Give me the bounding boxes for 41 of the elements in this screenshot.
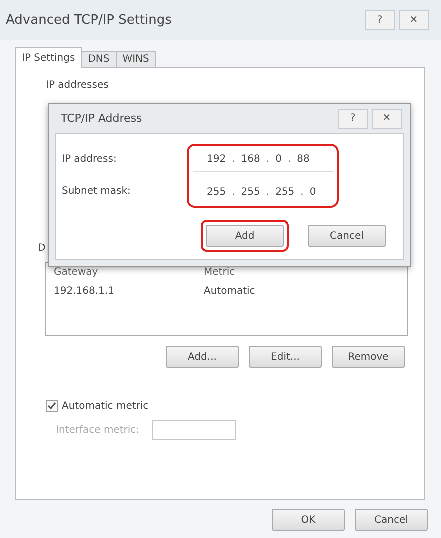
- section-label: IP addresses: [46, 80, 110, 91]
- ok-button[interactable]: OK: [272, 509, 345, 531]
- cancel-button[interactable]: Cancel: [355, 509, 428, 531]
- help-button[interactable]: ?: [365, 10, 395, 30]
- separator-dot: .: [232, 186, 236, 198]
- separator-dot: .: [232, 154, 236, 165]
- octet-field[interactable]: 255: [207, 186, 226, 198]
- table-cell[interactable]: Automatic: [204, 286, 399, 297]
- add-button[interactable]: Add...: [166, 346, 239, 368]
- column-header: Gateway: [54, 267, 100, 278]
- separator-dot: .: [300, 186, 304, 198]
- tab[interactable]: IP Settings: [15, 47, 82, 68]
- octet-field[interactable]: 88: [297, 154, 310, 165]
- separator-dot: .: [266, 154, 270, 165]
- column-header: Metric: [204, 267, 236, 278]
- tab[interactable]: DNS: [81, 51, 117, 68]
- close-button[interactable]: ✕: [372, 108, 402, 128]
- remove-button[interactable]: Remove: [332, 346, 405, 368]
- separator-dot: .: [288, 154, 292, 165]
- window-title: Advanced TCP/IP Settings: [6, 12, 172, 28]
- field-label: Subnet mask:: [62, 185, 132, 199]
- separator-dot: .: [266, 186, 270, 198]
- table-cell[interactable]: 192.168.1.1: [54, 286, 204, 297]
- section-label: D: [38, 243, 47, 254]
- tab[interactable]: WINS: [116, 51, 156, 68]
- add-button[interactable]: Add: [206, 225, 284, 247]
- close-button[interactable]: ✕: [399, 10, 429, 30]
- help-button[interactable]: ?: [338, 108, 368, 128]
- octet-field[interactable]: 0: [310, 186, 316, 198]
- octet-field[interactable]: 168: [241, 154, 260, 165]
- field-label: IP address:: [62, 153, 118, 167]
- dialog-title: TCP/IP Address: [61, 112, 142, 125]
- octet-field[interactable]: 255: [241, 186, 260, 198]
- octet-field[interactable]: 255: [276, 186, 295, 198]
- field-label: Interface metric:: [56, 424, 140, 436]
- cancel-button[interactable]: Cancel: [308, 225, 386, 247]
- checkbox-label: Automatic metric: [62, 400, 149, 412]
- edit-button[interactable]: Edit...: [249, 346, 322, 368]
- octet-field[interactable]: 192: [207, 154, 226, 165]
- octet-field[interactable]: 0: [276, 154, 282, 165]
- checkbox[interactable]: [46, 400, 58, 412]
